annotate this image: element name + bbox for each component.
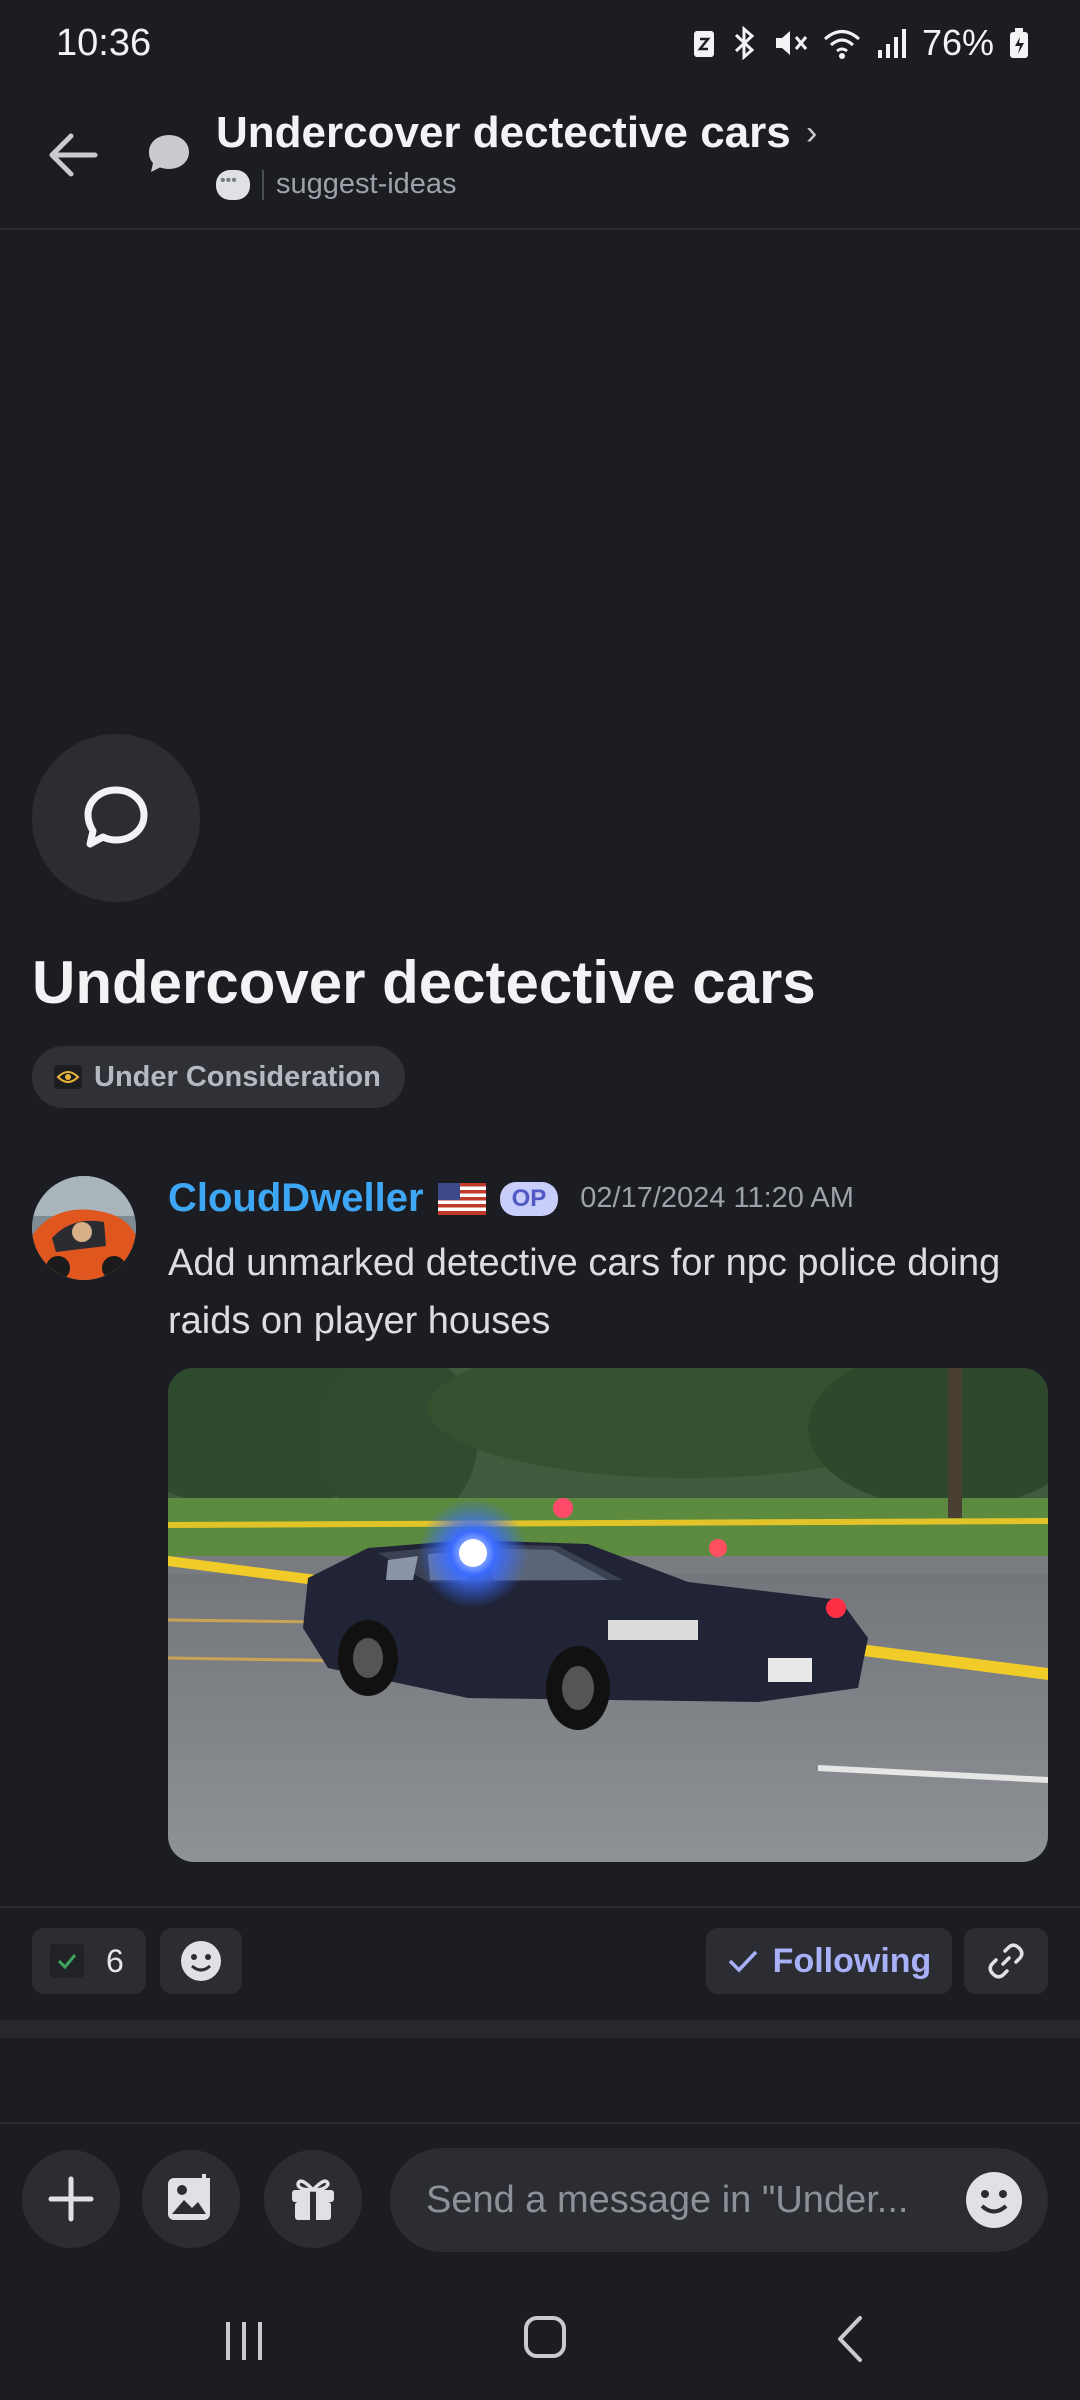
status-tag[interactable]: Under Consideration — [32, 1046, 405, 1108]
message-input[interactable] — [390, 2148, 1048, 2252]
recents-icon — [226, 2322, 262, 2360]
chevron-right-icon[interactable]: › — [806, 114, 817, 153]
home-button[interactable] — [522, 2314, 568, 2365]
following-label: Following — [772, 1941, 932, 1980]
divider — [0, 1906, 1080, 1908]
message-text: Add unmarked detective cars for npc poli… — [168, 1242, 1001, 1342]
reaction-check[interactable]: 6 — [32, 1928, 146, 1994]
nav-back-button[interactable] — [830, 2314, 870, 2369]
plus-icon — [48, 2176, 94, 2222]
eye-icon — [54, 1065, 82, 1089]
avatar[interactable] — [32, 1176, 136, 1280]
copy-link-button[interactable] — [964, 1928, 1048, 1994]
gift-icon — [292, 2179, 334, 2220]
message-field[interactable] — [424, 2177, 948, 2223]
reaction-count: 6 — [106, 1942, 124, 1979]
arrow-left-icon — [49, 133, 98, 177]
smile-icon — [966, 2172, 1022, 2228]
thread-icon — [145, 130, 193, 178]
mute-icon — [775, 31, 808, 55]
message-header: CloudDweller OP 02/17/2024 11:20 AM — [168, 1176, 854, 1221]
image-picker-button[interactable] — [142, 2150, 240, 2248]
bluetooth-icon — [734, 26, 755, 60]
section-divider — [0, 2020, 1080, 2038]
speech-bubble-icon — [216, 169, 250, 200]
author-name[interactable]: CloudDweller — [168, 1176, 424, 1221]
divider — [0, 2122, 1080, 2124]
check-icon — [50, 1944, 84, 1978]
link-icon — [988, 1943, 1024, 1979]
status-time: 10:36 — [56, 22, 152, 64]
thread-start-icon — [32, 734, 200, 902]
check-icon — [728, 1950, 757, 1973]
home-icon — [524, 2316, 566, 2358]
message-timestamp: 02/17/2024 11:20 AM — [580, 1182, 854, 1214]
gift-button[interactable] — [264, 2150, 362, 2248]
chevron-left-icon — [838, 2316, 862, 2362]
tag-label: Under Consideration — [94, 1060, 381, 1093]
thread-title: Undercover dectective cars — [32, 949, 816, 1016]
emoji-button[interactable] — [964, 2170, 1024, 2235]
add-reaction-button[interactable] — [160, 1928, 242, 1994]
battery-icon — [1010, 28, 1028, 58]
op-badge: OP — [499, 1181, 559, 1216]
us-flag-icon — [437, 1182, 486, 1215]
signal-icon — [877, 29, 906, 58]
header-title[interactable]: Undercover dectective cars — [216, 108, 791, 158]
chat-bubble-icon — [84, 786, 148, 848]
battery-saver-icon — [693, 31, 714, 57]
battery-percent: 76% — [921, 22, 994, 63]
image-attachment[interactable] — [168, 1368, 1048, 1862]
image-icon — [168, 2174, 210, 2220]
smile-icon — [181, 1941, 221, 1981]
divider — [262, 169, 264, 200]
header-channel[interactable]: suggest-ideas — [216, 168, 457, 201]
recent-apps-button[interactable] — [222, 2320, 266, 2367]
wifi-icon — [823, 30, 860, 59]
channel-name: suggest-ideas — [276, 168, 457, 200]
police-car-photo — [168, 1368, 1048, 1862]
following-button[interactable]: Following — [706, 1928, 952, 1994]
status-icons: 76% — [692, 22, 1030, 64]
add-attachment-button[interactable] — [22, 2150, 120, 2248]
back-button[interactable] — [40, 122, 106, 188]
